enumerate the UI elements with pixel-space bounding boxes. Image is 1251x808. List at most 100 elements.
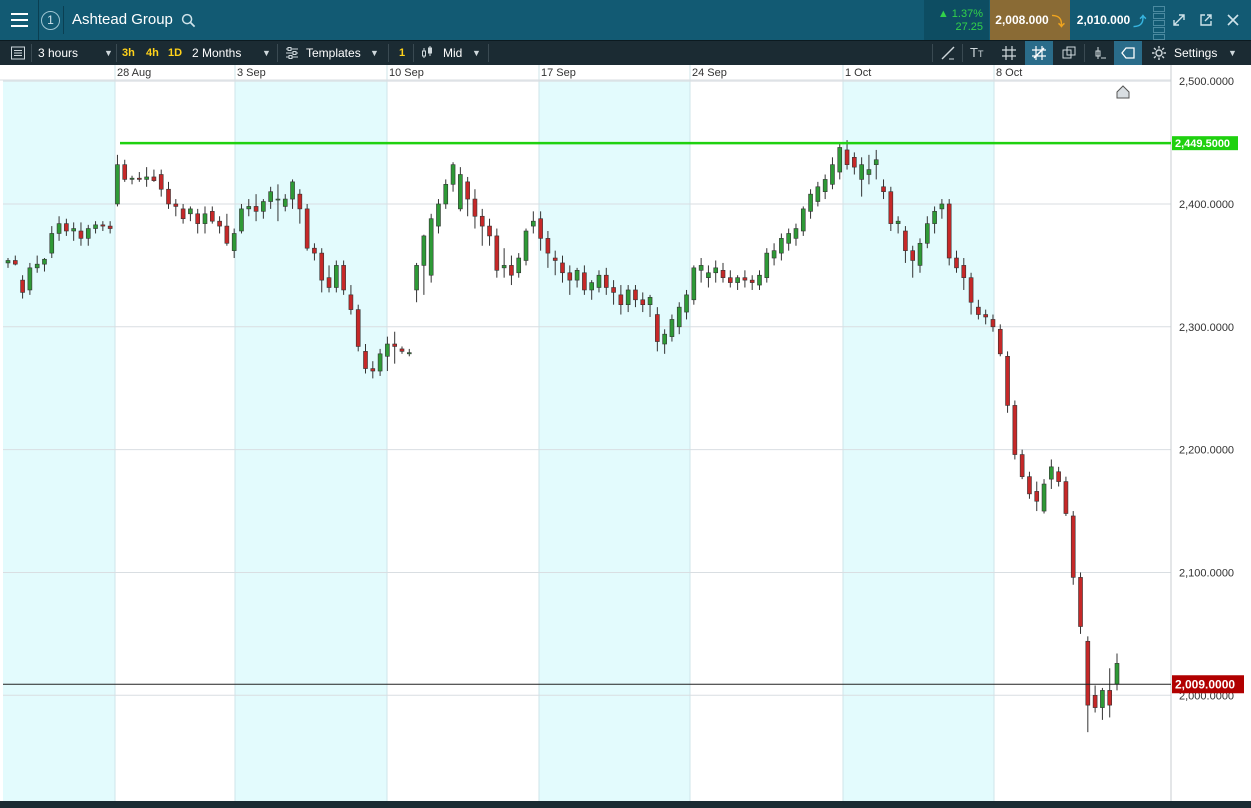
popout-icon[interactable] bbox=[1198, 12, 1214, 28]
candle-body bbox=[990, 319, 996, 328]
interval-select[interactable]: 3 hours bbox=[38, 41, 78, 65]
candle-body bbox=[385, 343, 390, 357]
candle-body bbox=[42, 258, 47, 265]
candle-body bbox=[224, 225, 230, 244]
settings-menu[interactable]: Settings bbox=[1174, 41, 1217, 65]
link-badge[interactable]: 1 bbox=[41, 11, 60, 30]
candlestick-type-icon[interactable] bbox=[420, 45, 436, 61]
candle-body bbox=[662, 333, 667, 345]
divider bbox=[116, 44, 117, 62]
quantity-grip-icon[interactable] bbox=[1153, 6, 1165, 40]
title-bar: 1 Ashtead Group ▲ 1.37% 27.25 2,008.000 … bbox=[0, 0, 1251, 40]
candle-body bbox=[20, 279, 25, 293]
candle-body bbox=[34, 263, 40, 269]
candle-body bbox=[137, 177, 142, 180]
candle-body bbox=[27, 267, 33, 291]
candle-body bbox=[779, 238, 784, 254]
candle-body bbox=[676, 306, 682, 328]
chevron-down-icon[interactable]: ▼ bbox=[370, 41, 379, 65]
candle-body bbox=[742, 277, 748, 281]
divider bbox=[932, 44, 933, 62]
candle-body bbox=[297, 193, 303, 210]
candle-body bbox=[355, 309, 361, 347]
x-tick-label: 8 Oct bbox=[996, 67, 1022, 79]
candle-body bbox=[166, 188, 171, 205]
candle-body bbox=[180, 208, 186, 220]
quick-interval-1d[interactable]: 1D bbox=[168, 41, 182, 65]
templates-menu[interactable]: Templates bbox=[306, 41, 361, 65]
candle-body bbox=[458, 174, 463, 210]
candle-body bbox=[822, 179, 828, 192]
draw-line-icon[interactable] bbox=[940, 45, 956, 61]
interval-label: 3 hours bbox=[38, 46, 79, 60]
divider bbox=[488, 44, 489, 62]
candle-body bbox=[465, 181, 470, 200]
indicator-icon[interactable] bbox=[1092, 45, 1108, 61]
price-chart[interactable]: 28 Aug 3 Sep 10 Sep 17 Sep 24 Sep 1 Oct 8 Oct 2… bbox=[0, 65, 1251, 808]
candle-body bbox=[246, 206, 252, 210]
level-price-text: 2,449.5000 bbox=[1175, 138, 1230, 150]
candle-body bbox=[85, 228, 91, 239]
text-tool-icon[interactable]: TT bbox=[970, 41, 983, 65]
x-tick-label: 10 Sep bbox=[389, 67, 424, 79]
candle-body bbox=[100, 224, 106, 227]
y-tick-label: 2,200.0000 bbox=[1179, 445, 1234, 457]
candle-body bbox=[603, 274, 609, 288]
templates-icon[interactable] bbox=[284, 45, 300, 61]
grid-icon[interactable] bbox=[1001, 45, 1017, 61]
crosshair-icon[interactable] bbox=[1031, 45, 1047, 61]
price-type-select[interactable]: Mid bbox=[443, 41, 462, 65]
candle-body bbox=[932, 211, 937, 224]
candle-body bbox=[1056, 471, 1061, 482]
candle-body bbox=[640, 299, 646, 305]
candle-body bbox=[516, 257, 522, 274]
candle-body bbox=[997, 328, 1003, 355]
sell-price: 2,008.000 bbox=[995, 13, 1049, 27]
close-icon[interactable] bbox=[1225, 12, 1241, 28]
sell-button[interactable]: 2,008.000 ⤵ bbox=[990, 0, 1070, 40]
candle-body bbox=[319, 252, 325, 281]
candle-body bbox=[1012, 405, 1018, 455]
expand-icon[interactable] bbox=[1171, 12, 1187, 28]
candle-body bbox=[531, 220, 536, 227]
menu-button[interactable] bbox=[0, 0, 39, 40]
quick-interval-3h[interactable]: 3h bbox=[122, 41, 135, 65]
candle-body bbox=[188, 208, 193, 215]
buy-button[interactable]: 2,010.000 ⤴ bbox=[1071, 0, 1152, 40]
templates-label: Templates bbox=[306, 46, 361, 60]
candle-body bbox=[334, 265, 339, 288]
x-tick-label: 1 Oct bbox=[845, 67, 871, 79]
candle-body bbox=[436, 203, 441, 227]
candle-body bbox=[873, 159, 879, 165]
arrow-down-icon: ⤵ bbox=[1051, 13, 1065, 29]
range-select[interactable]: 2 Months bbox=[192, 41, 241, 65]
chevron-down-icon[interactable]: ▼ bbox=[1228, 41, 1237, 65]
candle-body bbox=[414, 265, 419, 291]
candle-body bbox=[1092, 695, 1098, 708]
candle-body bbox=[443, 184, 449, 205]
search-icon[interactable] bbox=[181, 13, 196, 28]
chevron-down-icon[interactable]: ▼ bbox=[472, 41, 481, 65]
chart-count[interactable]: 1 bbox=[399, 41, 405, 65]
candle-body bbox=[983, 314, 988, 318]
list-icon[interactable] bbox=[10, 45, 26, 61]
chevron-down-icon[interactable]: ▼ bbox=[104, 41, 113, 65]
candle-body bbox=[976, 306, 981, 315]
candle-body bbox=[129, 177, 135, 180]
candle-body bbox=[830, 164, 835, 185]
layers-icon[interactable] bbox=[1061, 45, 1077, 61]
candle-body bbox=[158, 174, 164, 190]
chevron-down-icon[interactable]: ▼ bbox=[262, 41, 271, 65]
candle-body bbox=[71, 228, 76, 232]
gear-icon[interactable] bbox=[1151, 45, 1167, 61]
current-price-text: 2,009.0000 bbox=[1175, 677, 1235, 691]
candle-body bbox=[1049, 466, 1054, 480]
price-label-icon[interactable] bbox=[1120, 45, 1136, 61]
candle-body bbox=[954, 257, 959, 269]
week-band bbox=[539, 80, 690, 808]
candle-body bbox=[290, 181, 295, 200]
candle-body bbox=[1041, 483, 1047, 512]
quick-interval-4h[interactable]: 4h bbox=[146, 41, 159, 65]
candle-body bbox=[720, 270, 726, 278]
candle-body bbox=[275, 198, 281, 201]
